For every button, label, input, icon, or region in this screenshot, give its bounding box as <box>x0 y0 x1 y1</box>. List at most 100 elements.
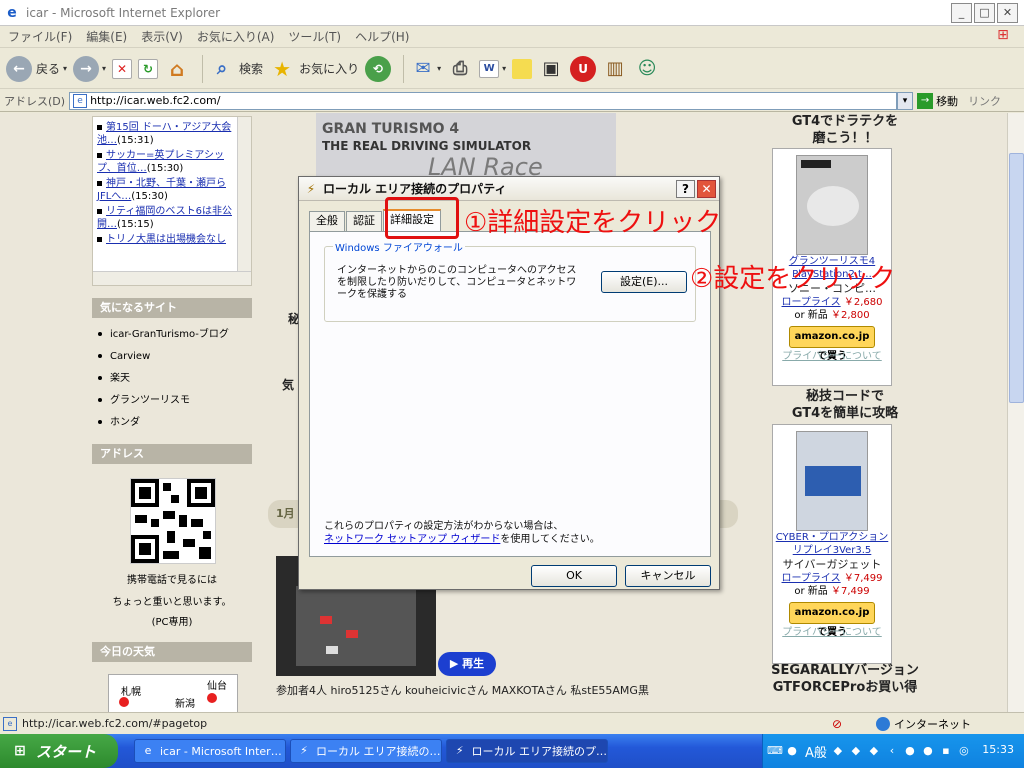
dialog-close-button[interactable]: ✕ <box>697 180 716 198</box>
stop-button[interactable]: ✕ <box>112 58 133 79</box>
ime-icon[interactable]: ● <box>785 744 799 758</box>
news-link[interactable]: トリノ大黒は出場機会なし <box>106 234 226 245</box>
site-link[interactable]: Carview <box>92 346 252 368</box>
print-button[interactable]: ⎙ <box>447 56 473 82</box>
news-horizontal-scrollbar[interactable] <box>93 271 251 285</box>
news-vertical-scrollbar[interactable] <box>237 117 251 272</box>
network-icon: ⚡ <box>306 181 316 196</box>
sun-icon <box>119 697 129 707</box>
addon-button[interactable]: U <box>570 55 597 82</box>
cancel-button[interactable]: キャンセル <box>625 565 711 587</box>
taskbar-item-network[interactable]: ⚡ ローカル エリア接続の… <box>290 739 442 763</box>
page-scrollbar-thumb[interactable] <box>1009 153 1024 403</box>
partial-text: 気 <box>282 378 295 392</box>
network-setup-wizard-link[interactable]: ネットワーク セットアップ ウィザード <box>324 534 500 545</box>
menu-favorites[interactable]: お気に入り(A) <box>197 28 275 45</box>
qr-note-1: 携帯電話で見るには <box>127 575 217 586</box>
keyboard-icon[interactable]: ⌨ <box>767 744 783 758</box>
taskbar-item-ie[interactable]: e icar - Microsoft Inter… <box>134 739 286 763</box>
site-link[interactable]: icar-GranTurismo-ブログ <box>92 324 252 346</box>
back-button[interactable]: ← 戻る ▾ <box>6 55 67 82</box>
tray-icon[interactable]: ◆ <box>831 744 845 758</box>
privacy-link-1[interactable]: プライバシーについて <box>773 350 891 363</box>
popup-blocked-icon: ⊘ <box>832 717 843 731</box>
address-input[interactable]: e http://icar.web.fc2.com/ <box>69 91 898 110</box>
links-button[interactable]: リンク <box>968 93 1001 109</box>
news-time: (15:31) <box>117 135 154 146</box>
qr-note-3: (PC専用) <box>151 617 193 628</box>
play-button[interactable]: ▶ 再生 <box>438 652 496 676</box>
search-button[interactable]: ⌕ 検索 <box>209 56 263 82</box>
toolbar-separator <box>202 54 204 83</box>
product-price-2: ロープライス ￥7,499 <box>781 573 883 584</box>
site-link[interactable]: ホンダ <box>92 412 252 434</box>
close-button[interactable]: ✕ <box>997 3 1018 23</box>
window-title: icar - Microsoft Internet Explorer <box>26 5 221 20</box>
menu-tools[interactable]: ツール(T) <box>288 28 341 45</box>
favorites-button[interactable]: ★ お気に入り <box>269 56 359 82</box>
forward-button[interactable]: → ▾ <box>73 55 106 82</box>
windows-flag-icon: ⊞ <box>997 27 1009 43</box>
privacy-link-2[interactable]: プライバシーについて <box>773 626 891 639</box>
address-bar: アドレス(D) e http://icar.web.fc2.com/ ▾ → 移… <box>0 90 1024 112</box>
weather-city: 仙台 <box>207 681 227 692</box>
amazon-buy-button-2[interactable]: amazon.co.jp で買う <box>789 602 875 638</box>
tray-icon[interactable]: ◆ <box>849 744 863 758</box>
sites-list: icar-GranTurismo-ブログ Carview 楽天 グランツーリスモ… <box>92 324 252 434</box>
product-link-2[interactable]: CYBER・プロアクション リプレイ3Ver3.5 <box>773 531 891 557</box>
tab-general[interactable]: 全般 <box>309 211 345 231</box>
minimize-button[interactable]: _ <box>951 3 972 23</box>
firewall-settings-button[interactable]: 設定(E)... <box>601 271 687 293</box>
page-icon: e <box>73 93 88 108</box>
menu-edit[interactable]: 編集(E) <box>86 28 127 45</box>
history-button[interactable]: ⟲ <box>365 55 392 82</box>
menu-file[interactable]: ファイル(F) <box>8 28 72 45</box>
messenger-button[interactable]: ☺ <box>634 56 660 82</box>
tray-icon[interactable]: ◎ <box>957 744 971 758</box>
research-button[interactable]: ▥ <box>602 56 628 82</box>
menu-view[interactable]: 表示(V) <box>141 28 183 45</box>
home-button[interactable]: ⌂ <box>164 56 190 82</box>
stop-icon: ✕ <box>112 58 133 79</box>
tab-authentication[interactable]: 認証 <box>346 211 382 231</box>
news-box: 第15回 ドーハ・アジア大会 池…(15:31) サッカー=英プレミアシップ、首… <box>92 116 252 286</box>
site-link[interactable]: グランツーリスモ <box>92 390 252 412</box>
product-image-1[interactable] <box>796 155 868 255</box>
note-button[interactable] <box>512 58 533 79</box>
amazon-buy-button-1[interactable]: amazon.co.jp で買う <box>789 326 875 362</box>
maximize-button[interactable]: □ <box>974 3 995 23</box>
right-heading-3: SEGARALLYバージョン GTFORCEProお買い得 <box>771 663 919 695</box>
network-tray-icon[interactable]: ▪ <box>939 744 953 758</box>
site-link[interactable]: 楽天 <box>92 368 252 390</box>
taskbar-item-lan-properties[interactable]: ⚡ ローカル エリア接続のプ… <box>446 739 608 763</box>
edit-button[interactable]: W ▾ <box>479 59 506 78</box>
product-new-price-1: or 新品 ￥2,800 <box>794 310 870 321</box>
tray-icon[interactable]: ● <box>921 744 935 758</box>
car-icon <box>346 630 358 638</box>
go-button[interactable]: → 移動 <box>917 92 958 109</box>
chevron-left-icon[interactable]: ‹ <box>885 744 899 758</box>
ime-mode[interactable]: A般 <box>805 742 827 761</box>
dialog-help-button[interactable]: ? <box>676 180 695 198</box>
start-button[interactable]: ⊞ スタート <box>0 734 118 768</box>
product-image-2[interactable] <box>796 431 868 531</box>
menu-help[interactable]: ヘルプ(H) <box>355 28 409 45</box>
ok-button[interactable]: OK <box>531 565 617 587</box>
news-item: トリノ大黒は出場機会なし <box>97 233 235 246</box>
tray-icon[interactable]: ◆ <box>867 744 881 758</box>
step-1-annotation: ①詳細設定をクリック <box>464 208 722 238</box>
mail-button[interactable]: ✉ ▾ <box>410 56 442 82</box>
tray-icon[interactable]: ● <box>903 744 917 758</box>
weather-city: 札幌 <box>121 687 141 698</box>
banner-line-1: GRAN TURISMO 4 <box>322 121 460 137</box>
tv-button[interactable]: ▣ <box>538 56 564 82</box>
news-item: サッカー=英プレミアシップ、首位…(15:30) <box>97 149 235 175</box>
refresh-button[interactable]: ↻ <box>138 58 159 79</box>
addon-u-icon: U <box>570 55 597 82</box>
product-box-2: CYBER・プロアクション リプレイ3Ver3.5 サイバーガジェット ロープライ… <box>772 424 892 664</box>
menu-bar: ファイル(F) 編集(E) 表示(V) お気に入り(A) ツール(T) ヘルプ(… <box>0 26 1024 48</box>
news-time: (15:30) <box>146 163 184 174</box>
favorites-label: お気に入り <box>299 62 360 76</box>
address-dropdown-button[interactable]: ▾ <box>897 91 914 110</box>
page-scrollbar[interactable] <box>1007 113 1024 712</box>
